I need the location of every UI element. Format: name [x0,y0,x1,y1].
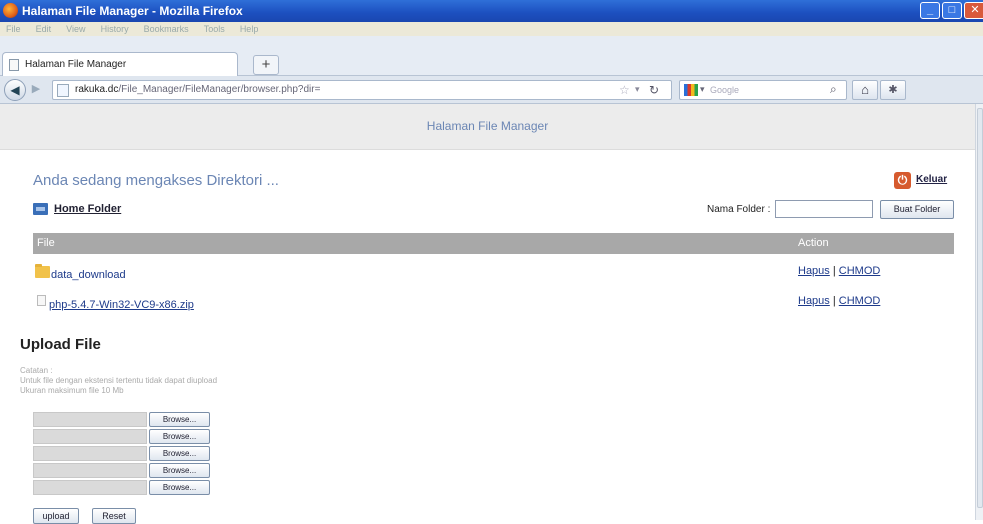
upload-file-field[interactable] [33,412,147,427]
action-separator: | [829,265,839,277]
tab-halaman-file-manager[interactable]: Halaman File Manager [2,52,238,76]
delete-link[interactable]: Hapus [798,265,830,277]
file-icon[interactable] [37,295,46,306]
upload-file-row: Browse... [33,480,213,495]
upload-file-row: Browse... [33,429,213,444]
tab-label: Halaman File Manager [25,59,127,70]
window-title: Halaman File Manager - Mozilla Firefox [22,4,243,18]
browse-button[interactable]: Browse... [149,480,210,495]
folder-name-label: Nama Folder : [707,204,771,215]
url-bar[interactable]: rakuka.dc/File_Manager/FileManager/brows… [52,80,672,100]
new-tab-button[interactable]: + [253,55,279,75]
scrollbar-thumb[interactable] [977,108,983,508]
home-folder-icon[interactable] [33,203,48,215]
navigation-bar: ◀ ▶ rakuka.dc/File_Manager/FileManager/b… [0,76,983,104]
toolbar-extra-icon[interactable]: ✱ [880,80,906,100]
upload-file-row: Browse... [33,446,213,461]
home-icon[interactable]: ⌂ [852,80,878,100]
bookmark-star-icon[interactable]: ☆ [619,83,630,97]
back-button[interactable]: ◀ [4,79,26,101]
url-text[interactable]: rakuka.dc/File_Manager/FileManager/brows… [75,84,320,95]
search-input[interactable]: Google [710,85,739,95]
table-header: File Action [33,233,954,254]
logout-label[interactable]: Keluar [916,174,947,185]
row-actions: Hapus | CHMOD [798,295,880,307]
search-bar[interactable]: ▾ Google ⌕ [679,80,847,100]
firefox-icon [3,3,18,18]
google-icon[interactable] [684,84,698,96]
upload-file-field[interactable] [33,463,147,478]
chmod-link[interactable]: CHMOD [839,295,881,307]
search-icon[interactable]: ⌕ [830,82,837,97]
folder-name-input[interactable] [775,200,873,218]
menu-history[interactable]: History [101,22,129,36]
upload-note-line: Ukuran maksimum file 10 Mb [20,386,124,395]
upload-button[interactable]: upload [33,508,79,524]
power-icon[interactable]: ⏻ [894,172,911,189]
access-title: Anda sedang mengakses Direktori ... [33,172,279,189]
search-engine-dropdown-icon[interactable]: ▾ [700,84,705,95]
reload-icon[interactable]: ↻ [649,83,659,97]
upload-file-field[interactable] [33,446,147,461]
browse-button[interactable]: Browse... [149,429,210,444]
browse-button[interactable]: Browse... [149,412,210,427]
page-header-title: Halaman File Manager [426,119,549,133]
page-header: Halaman File Manager [0,104,975,150]
upload-file-list: Browse... Browse... Browse... Browse... … [33,412,213,497]
folder-icon[interactable] [35,264,50,278]
maximize-icon[interactable]: □ [942,2,962,19]
upload-note-line: Untuk file dengan ekstensi tertentu tida… [20,376,218,385]
upload-note: Catatan : Untuk file dengan ekstensi ter… [20,366,217,396]
upload-file-field[interactable] [33,429,147,444]
menu-tools[interactable]: Tools [204,22,225,36]
window-titlebar: Halaman File Manager - Mozilla Firefox _… [0,0,983,22]
upload-file-field[interactable] [33,480,147,495]
menu-edit[interactable]: Edit [36,22,52,36]
column-header-file: File [37,237,55,249]
upload-file-row: Browse... [33,463,213,478]
table-row: php-5.4.7-Win32-VC9-x86.zip Hapus | CHMO… [33,289,954,317]
page-content: Halaman File Manager Anda sedang mengaks… [0,104,975,524]
tab-bar: Halaman File Manager + [0,36,983,76]
row-actions: Hapus | CHMOD [798,265,880,277]
menu-help[interactable]: Help [240,22,259,36]
table-row: data_download Hapus | CHMOD [33,259,954,287]
column-header-action: Action [798,237,829,249]
upload-title: Upload File [20,336,101,353]
minimize-icon[interactable]: _ [920,2,940,19]
action-separator: | [829,295,839,307]
url-dropdown-icon[interactable]: ▾ [635,84,640,95]
close-icon[interactable]: ✕ [964,2,983,19]
upload-note-line: Catatan : [20,366,53,375]
upload-file-row: Browse... [33,412,213,427]
browse-button[interactable]: Browse... [149,463,210,478]
menu-bookmarks[interactable]: Bookmarks [144,22,189,36]
reset-button[interactable]: Reset [92,508,136,524]
menu-file[interactable]: File [6,22,21,36]
home-folder-label[interactable]: Home Folder [54,203,121,215]
chmod-link[interactable]: CHMOD [839,265,881,277]
delete-link[interactable]: Hapus [798,295,830,307]
menu-bar: File Edit View History Bookmarks Tools H… [0,22,983,36]
make-folder-button[interactable]: Buat Folder [880,200,954,219]
file-name-link[interactable]: data_download [51,269,126,281]
site-icon [57,84,69,97]
menu-view[interactable]: View [66,22,85,36]
browse-button[interactable]: Browse... [149,446,210,461]
file-name-link[interactable]: php-5.4.7-Win32-VC9-x86.zip [49,299,194,311]
page-icon [9,59,19,71]
vertical-scrollbar[interactable] [975,104,983,520]
forward-button[interactable]: ▶ [27,82,45,98]
